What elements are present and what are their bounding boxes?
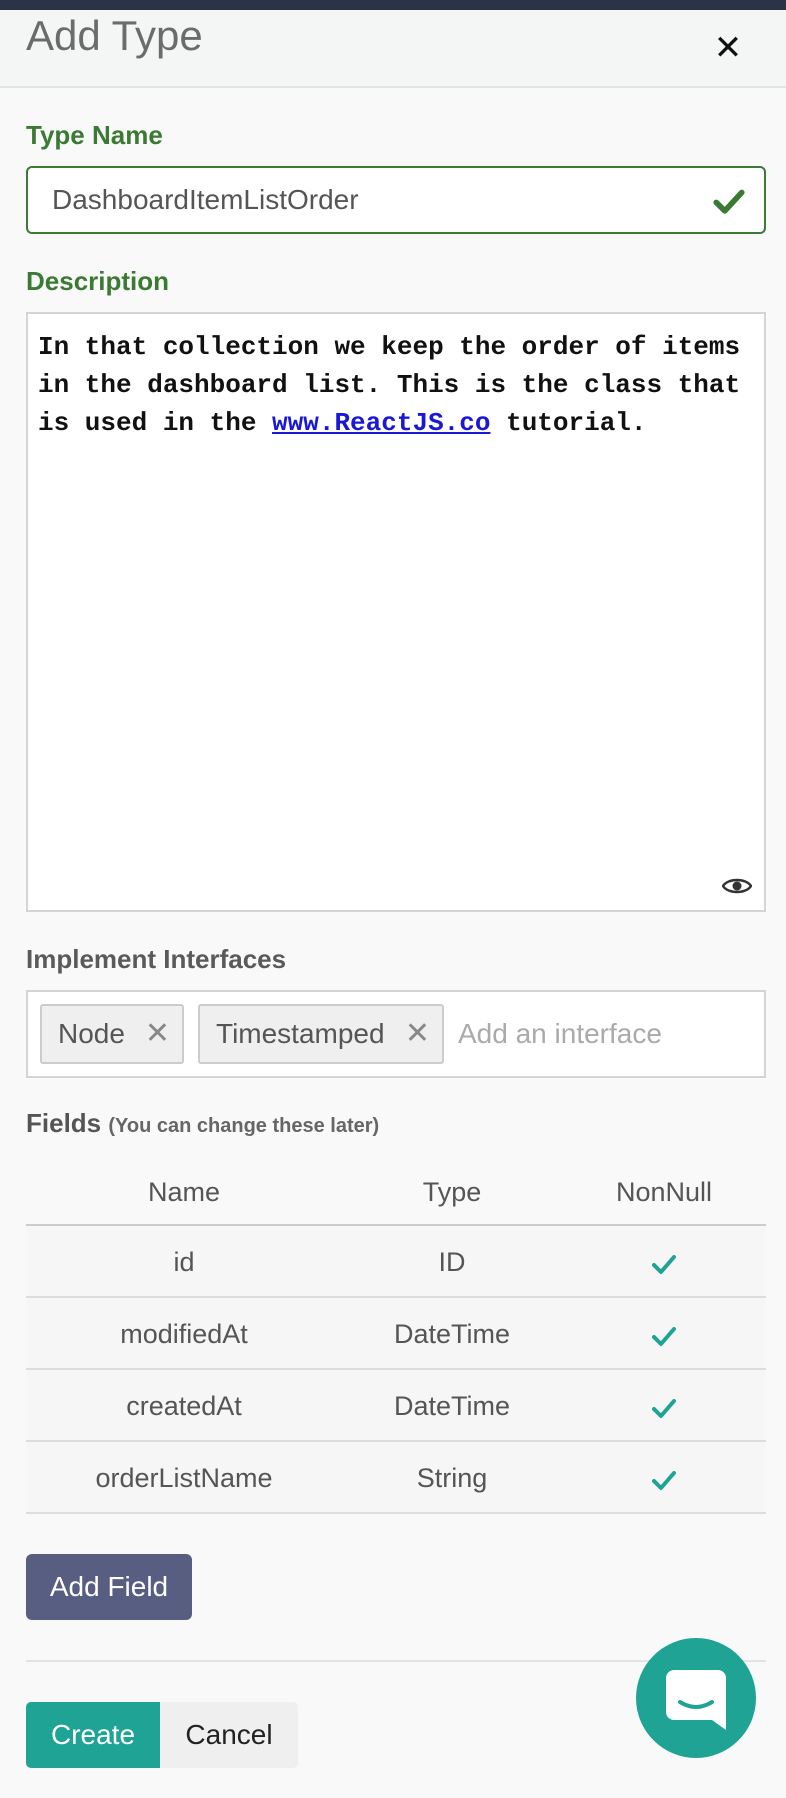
nonnull-cell <box>562 1298 766 1370</box>
nonnull-check-icon <box>652 1326 676 1346</box>
fields-title-text: Fields <box>26 1108 102 1138</box>
fields-title: Fields (You can change these later) <box>26 1108 379 1139</box>
nonnull-check-icon <box>652 1254 676 1274</box>
type-name-label: Type Name <box>26 120 163 150</box>
field-type: DateTime <box>393 1319 511 1349</box>
description-link[interactable]: www.ReactJS.co <box>272 408 490 438</box>
table-row[interactable]: createdAt DateTime <box>26 1370 766 1442</box>
column-header-nonnull: NonNull <box>615 1177 713 1207</box>
nonnull-cell <box>562 1370 766 1442</box>
nonnull-check-icon <box>652 1398 676 1418</box>
interface-placeholder[interactable]: Add an interface <box>458 1004 662 1064</box>
field-type: DateTime <box>393 1391 511 1421</box>
type-name-input[interactable] <box>26 166 766 234</box>
eye-icon[interactable] <box>722 876 752 896</box>
modal-header: Add Type ✕ <box>0 10 786 88</box>
field-type: String <box>416 1463 488 1493</box>
modal-title: Add Type <box>26 12 203 59</box>
column-header-name: Name <box>147 1177 221 1207</box>
description-text-end: tutorial. <box>490 408 647 438</box>
description-textarea[interactable]: In that collection we keep the order of … <box>26 312 766 912</box>
field-name: id <box>173 1247 195 1277</box>
table-row[interactable]: id ID <box>26 1226 766 1298</box>
nonnull-cell <box>562 1442 766 1514</box>
cancel-button[interactable]: Cancel <box>160 1702 298 1768</box>
field-name: createdAt <box>126 1391 242 1421</box>
fields-subtitle: (You can change these later) <box>108 1115 380 1137</box>
nonnull-cell <box>562 1226 766 1298</box>
top-bar <box>0 0 786 10</box>
column-header-type: Type <box>422 1177 482 1207</box>
interfaces-input[interactable]: Node ✕ Timestamped ✕ Add an interface <box>26 990 766 1078</box>
create-button[interactable]: Create <box>26 1702 160 1768</box>
description-label: Description <box>26 266 170 296</box>
interfaces-label: Implement Interfaces <box>26 944 287 974</box>
chat-icon <box>666 1670 726 1730</box>
field-type: ID <box>438 1247 466 1277</box>
table-row[interactable]: modifiedAt DateTime <box>26 1298 766 1370</box>
table-header: Name Type NonNull <box>26 1156 766 1226</box>
interface-tag-label: Node <box>58 1018 125 1049</box>
remove-tag-icon[interactable]: ✕ <box>145 1006 170 1062</box>
valid-check-icon <box>713 189 745 214</box>
chat-launcher-button[interactable] <box>636 1638 756 1758</box>
interface-tag-node: Node ✕ <box>40 1004 184 1064</box>
fields-table: Name Type NonNull id ID modifiedAt DateT… <box>26 1156 766 1514</box>
add-field-button[interactable]: Add Field <box>26 1554 192 1620</box>
interface-tag-label: Timestamped <box>216 1018 385 1049</box>
remove-tag-icon[interactable]: ✕ <box>405 1006 430 1062</box>
table-row[interactable]: orderListName String <box>26 1442 766 1514</box>
close-icon[interactable]: ✕ <box>710 30 746 66</box>
field-name: modifiedAt <box>120 1319 248 1349</box>
field-name: orderListName <box>95 1463 273 1493</box>
interface-tag-timestamped: Timestamped ✕ <box>198 1004 444 1064</box>
nonnull-check-icon <box>652 1470 676 1490</box>
